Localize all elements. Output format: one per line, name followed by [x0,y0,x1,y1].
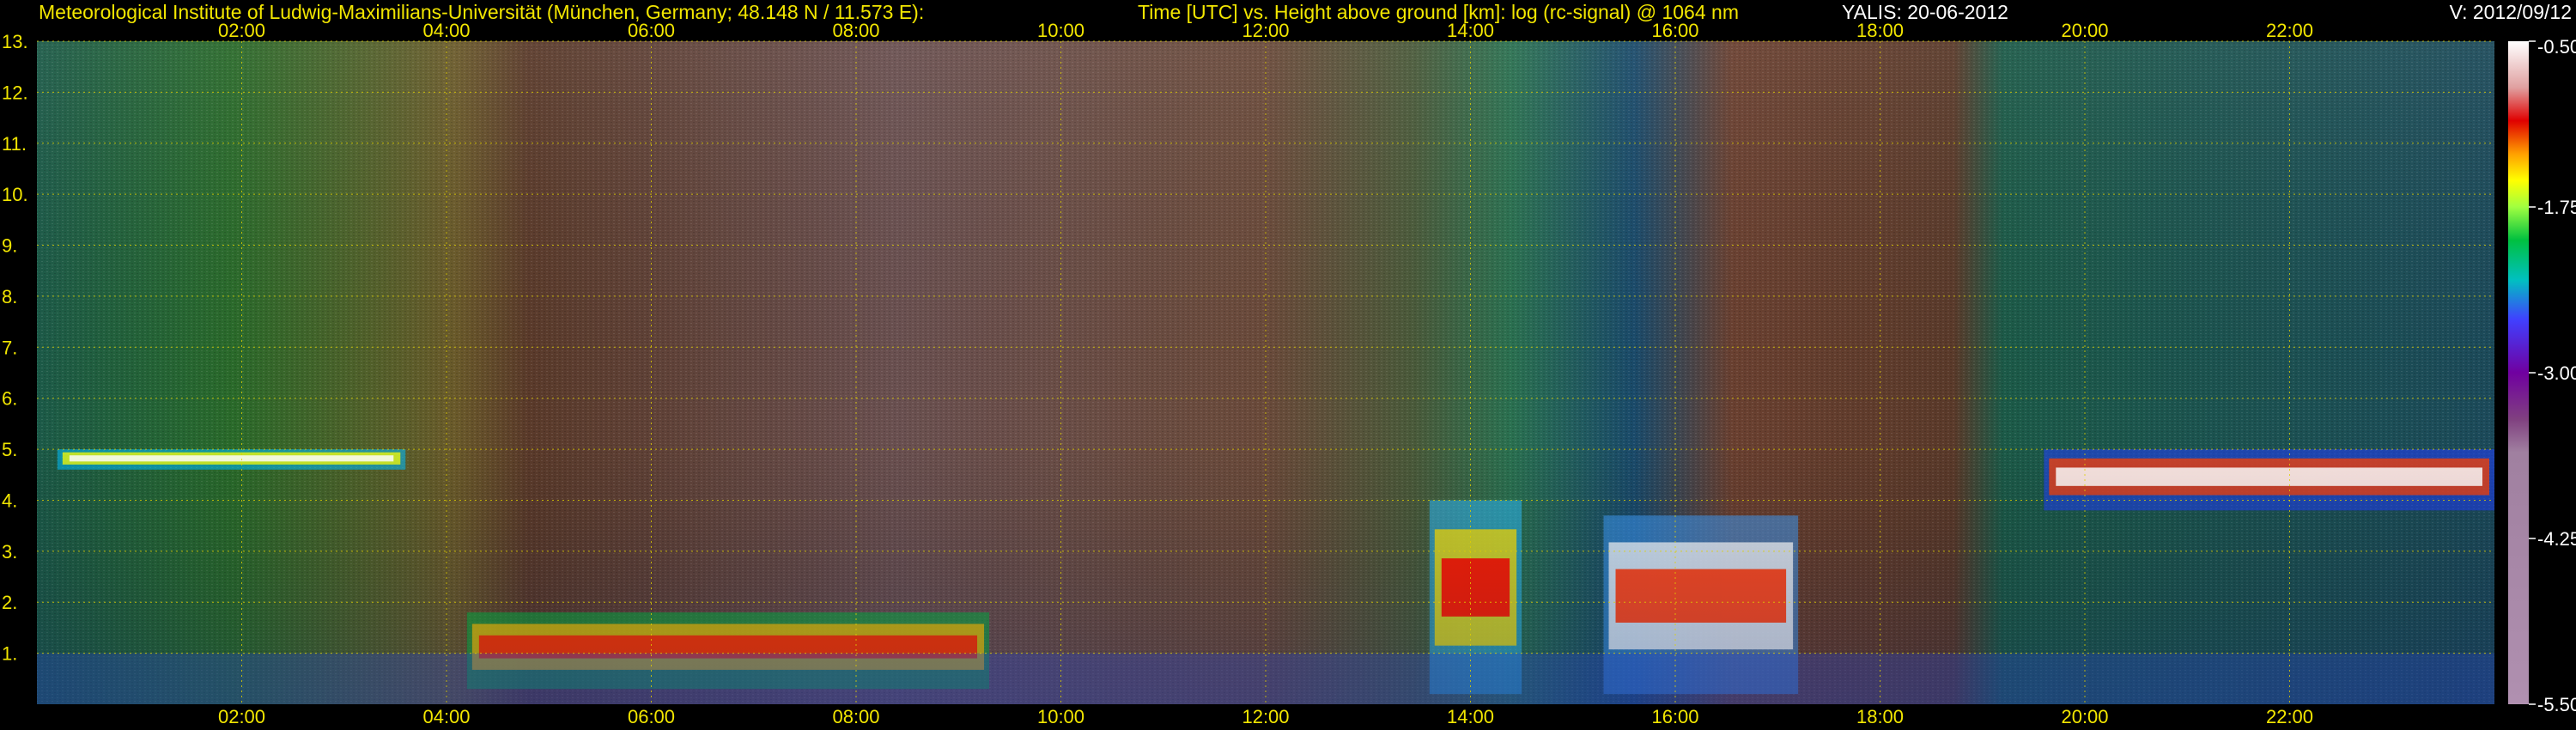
colorbar-tick-label: -3.00 [2537,362,2576,384]
x-tick-label-bottom: 20:00 [2061,706,2108,727]
colorbar-tick-label: -5.50 [2537,694,2576,715]
y-tick-label: 1. [2,643,17,665]
x-tick-label-bottom: 16:00 [1651,706,1698,727]
y-tick-label: 8. [2,286,17,307]
x-tick-label-top: 12:00 [1242,20,1289,41]
x-tick-label-bottom: 12:00 [1242,706,1289,727]
x-tick-label-bottom: 14:00 [1447,706,1494,727]
colorbar-ticks: -0.50 -1.75 -3.00 -4.25 -5.50 [2529,36,2576,715]
y-tick-label: 4. [2,490,17,511]
colorbar-tick-label: -1.75 [2537,197,2576,218]
x-tick-label-top: 14:00 [1447,20,1494,41]
lidar-chart: Meteorological Institute of Ludwig-Maxim… [2,1,2576,727]
y-axis-ticks: 1. 2. 3. 4. 5. 6. 7. 8. 9. 10. 11. 12. 13. [2,31,28,665]
x-tick-label-bottom: 02:00 [218,706,265,727]
colorbar-tick-label: -4.25 [2537,528,2576,550]
version-label: V: 2012/09/12 [2450,1,2572,23]
x-tick-label-top: 20:00 [2061,20,2108,41]
x-tick-label-bottom: 22:00 [2266,706,2313,727]
x-tick-label-top: 06:00 [628,20,675,41]
x-tick-label-bottom: 04:00 [422,706,470,727]
y-tick-label: 5. [2,439,17,460]
y-tick-label: 11. [2,133,27,155]
y-tick-label: 12. [2,82,28,103]
y-tick-label: 9. [2,235,17,257]
institute-label: Meteorological Institute of Ludwig-Maxim… [39,1,924,23]
x-axis-ticks-bottom: 02:00 04:00 06:00 08:00 10:00 12:00 14:00 16:00… [218,706,2313,727]
x-tick-label-bottom: 18:00 [1856,706,1904,727]
y-tick-label: 2. [2,592,17,613]
x-tick-label-bottom: 08:00 [832,706,879,727]
colorbar [2508,41,2529,704]
x-tick-label-top: 08:00 [832,20,879,41]
x-tick-label-top: 02:00 [218,20,265,41]
x-tick-label-bottom: 10:00 [1037,706,1084,727]
y-tick-label: 3. [2,541,17,563]
plot-area [37,40,2494,704]
colorbar-tick-label: -0.50 [2537,36,2576,58]
y-tick-label: 7. [2,337,17,358]
x-tick-label-top: 04:00 [422,20,470,41]
x-tick-label-bottom: 06:00 [628,706,675,727]
x-tick-label-top: 18:00 [1856,20,1904,41]
y-tick-label: 13. [2,31,28,52]
x-tick-label-top: 16:00 [1651,20,1698,41]
x-tick-label-top: 10:00 [1037,20,1084,41]
x-tick-label-top: 22:00 [2266,20,2313,41]
y-tick-label: 6. [2,388,17,410]
y-tick-label: 10. [2,184,28,205]
axes-description: Time [UTC] vs. Height above ground [km]:… [1138,1,1739,23]
